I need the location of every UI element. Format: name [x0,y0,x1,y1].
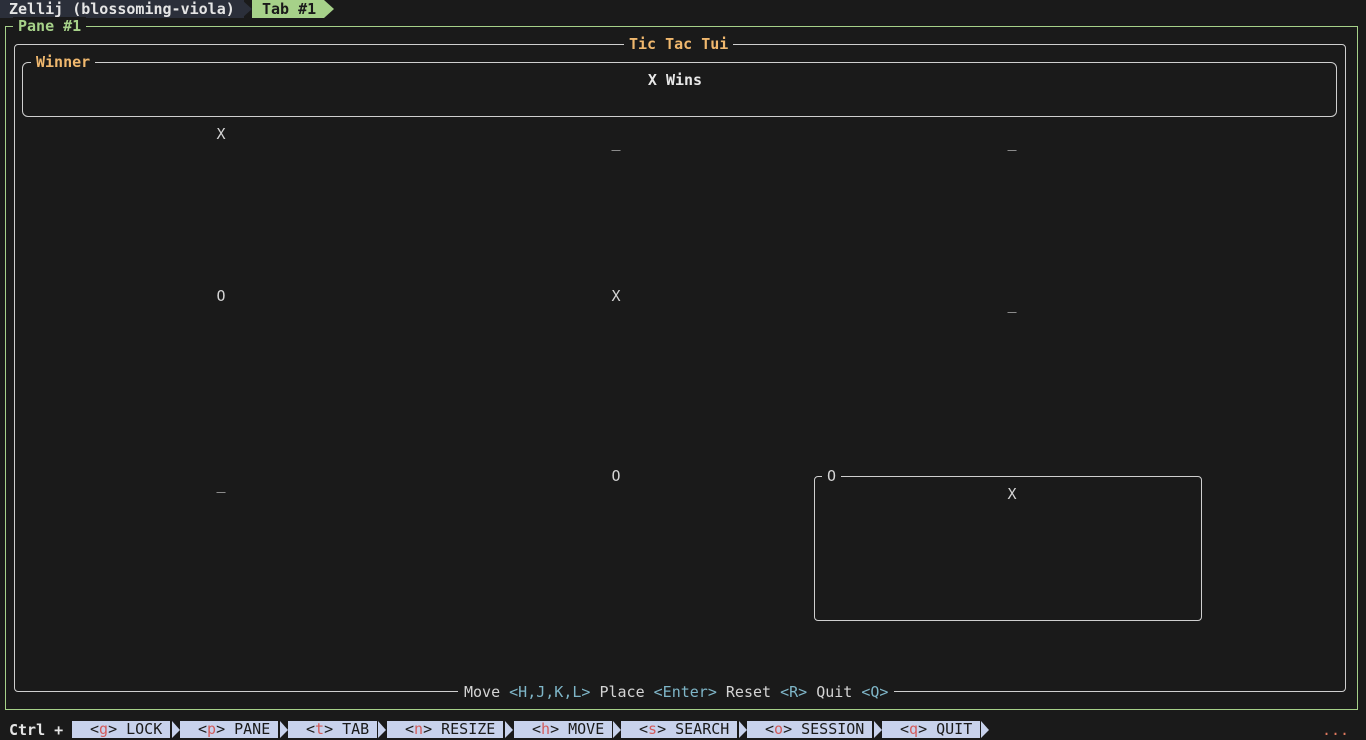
selected-cell-title: O [822,467,842,485]
shortcut-key: h [541,720,551,738]
help-reset-key: <R> [780,683,808,701]
separator-arrow-icon [172,721,180,738]
shortcut-lock[interactable]: <g> LOCK [72,720,171,738]
shortcut-label: LOCK [126,720,163,738]
winner-text: X Wins [647,71,703,89]
tab-end-arrow-icon [324,0,334,18]
shortcut-pane[interactable]: <p> PANE [180,720,279,738]
board-cell-r3c2[interactable]: O [601,467,631,485]
shortcut-key: o [774,720,784,738]
shortcut-label: SEARCH [675,720,730,738]
shortcut-quit[interactable]: <q> QUIT [882,720,981,738]
board-cell-r2c2[interactable]: X [601,287,631,305]
help-quit-label: Quit [816,683,853,701]
shortcut-search[interactable]: <s> SEARCH [621,720,738,738]
board-cell-r3c1[interactable]: _ [206,475,236,493]
winner-box-title: Winner [31,53,96,71]
shortcut-session[interactable]: <o> SESSION [747,720,873,738]
separator-arrow-icon [739,721,747,738]
help-place-key: <Enter> [653,683,717,701]
shortcut-key: n [414,720,424,738]
modifier-label: Ctrl + [9,721,64,739]
help-quit-key: <Q> [861,683,889,701]
help-place-label: Place [599,683,645,701]
pane-title: Pane #1 [13,17,87,35]
shortcut-label: RESIZE [441,720,496,738]
shortcut-key: g [99,720,109,738]
shortcut-label: SESSION [801,720,865,738]
shortcut-move[interactable]: <h> MOVE [514,720,613,738]
shortcut-label: MOVE [568,720,605,738]
board-cell-r1c2[interactable]: _ [601,133,631,151]
shortcut-label: PANE [234,720,271,738]
shortcut-label: TAB [342,720,370,738]
board-cell-r2c3[interactable]: _ [997,295,1027,313]
separator-arrow-icon [981,721,989,738]
separator-arrow-icon [505,721,513,738]
separator-arrow-icon [874,721,882,738]
board-cell-r2c1[interactable]: O [206,287,236,305]
board-cell-r1c3[interactable]: _ [997,133,1027,151]
help-reset-label: Reset [725,683,772,701]
shortcut-key: s [648,720,658,738]
shortcut-tab[interactable]: <t> TAB [288,720,378,738]
shortcut-key: q [909,720,919,738]
game-title: Tic Tac Tui [624,35,734,53]
board-cell-r1c1[interactable]: X [206,125,236,143]
shortcut-key: t [315,720,325,738]
separator-arrow-icon [613,721,621,738]
separator-arrow-icon [242,0,252,18]
separator-arrow-icon [378,721,386,738]
help-move-label: Move [464,683,501,701]
help-line: Move <H,J,K,L> Place <Enter> Reset <R> Q… [458,683,895,701]
shortcut-label: QUIT [936,720,973,738]
tab-1[interactable]: Tab #1 [252,0,325,18]
session-name: Zellij (blossoming-viola) [0,0,244,18]
board-cell-r3c3[interactable]: X [997,485,1027,503]
help-move-keys: <H,J,K,L> [509,683,591,701]
shortcut-key: p [207,720,217,738]
overflow-indicator: ... [1322,721,1350,739]
shortcut-resize[interactable]: <n> RESIZE [387,720,504,738]
separator-arrow-icon [280,721,288,738]
